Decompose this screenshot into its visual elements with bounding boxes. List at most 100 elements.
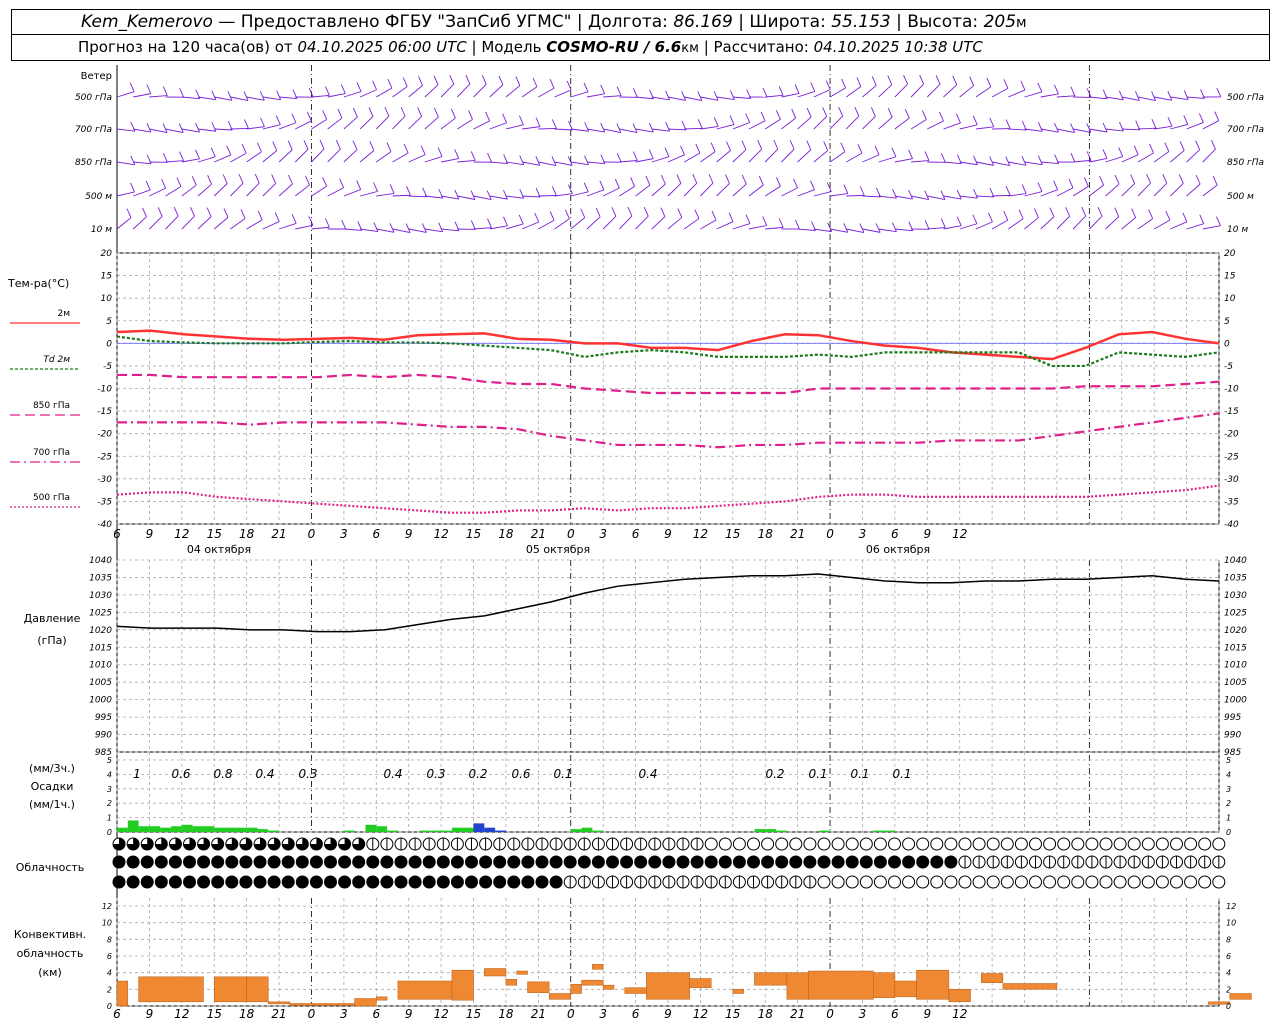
precip-bar [160, 827, 172, 832]
precip-label: 0.6 [511, 767, 530, 781]
wind-barb-flag [1148, 209, 1154, 219]
wind-barb [392, 115, 406, 130]
cloud-fill [338, 876, 351, 888]
wind-barb [359, 116, 374, 130]
wind-barb [667, 183, 682, 197]
conv-bar [289, 1003, 355, 1006]
hour-tick-bottom: 6 [113, 1007, 121, 1021]
wind-barb [473, 227, 492, 230]
press-ytick: 1020 [89, 626, 112, 636]
wind-barb [764, 185, 781, 197]
wind-barb-flag [1037, 182, 1043, 192]
wind-barb-flag [1099, 175, 1105, 186]
wind-barb [360, 228, 378, 233]
hour-tick: 15 [466, 527, 481, 541]
press-ytick-right: 1030 [1224, 591, 1247, 601]
wind-barb-flag [322, 110, 328, 120]
wind-barb-flag [515, 76, 521, 86]
cloud-symbol [831, 875, 845, 889]
cloud-fill [183, 856, 196, 868]
wind-barb-flag [908, 189, 914, 200]
wind-barb-flag [518, 214, 524, 225]
wind-barb [116, 161, 135, 166]
cloud-symbol [1029, 837, 1042, 851]
wind-barb-flag [729, 115, 735, 125]
wind-barb [1056, 215, 1070, 230]
wind-barb-flag [339, 178, 345, 188]
wind-barb [927, 195, 946, 200]
cloud-fill [719, 856, 732, 868]
temp-ytick: -35 [97, 497, 112, 507]
wind-barb [667, 128, 687, 131]
cloud-fill [677, 856, 689, 868]
cloud-fill [437, 856, 450, 868]
wind-barb [975, 195, 994, 198]
wind-barb-flag [275, 115, 281, 125]
press-ytick: 1040 [89, 556, 112, 566]
wind-barb [748, 184, 764, 197]
conv-bar [1229, 993, 1252, 1000]
wind-barb-flag [179, 151, 184, 161]
wind-barb-flag [257, 210, 263, 221]
wind-barb [278, 222, 297, 230]
precip-bar [225, 827, 236, 832]
wind-barb [1105, 183, 1120, 197]
conv-bar [602, 984, 615, 990]
wind-barb-flag [1167, 117, 1173, 127]
wind-barb-flag [306, 111, 312, 122]
wind-barb-flag [775, 110, 781, 120]
wind-barb [181, 96, 200, 100]
precip-label: 0.3 [426, 767, 445, 781]
wind-barb [797, 189, 815, 197]
hour-tick: 12 [952, 527, 967, 541]
wind-barb [392, 194, 411, 197]
cloud-fill [550, 856, 563, 868]
cloud-symbol [930, 875, 944, 889]
hour-tick-bottom: 0 [308, 1007, 316, 1021]
wind-barb [181, 158, 200, 163]
temp-legend-label: 2м [57, 309, 70, 319]
precip-bar [581, 827, 593, 832]
wind-barb-flag [695, 143, 701, 154]
temp-legend-label: Td 2м [43, 355, 70, 365]
wind-barb-flag [583, 82, 589, 93]
cloud-fill [366, 876, 379, 888]
wind-barb-flag [157, 207, 163, 217]
wind-barb [327, 187, 344, 197]
conv-bar [732, 989, 744, 994]
cloud-fill [465, 876, 478, 888]
wind-barb [1040, 128, 1059, 133]
wind-barb [700, 126, 719, 130]
wind-barb-flag [1216, 216, 1221, 226]
hour-tick: 15 [725, 527, 740, 541]
wind-barb [538, 219, 555, 230]
wind-barb [522, 126, 541, 130]
cloud-symbol [986, 875, 1000, 889]
precip-ytick-right: 3 [1226, 785, 1231, 794]
precip-bar [884, 830, 895, 832]
cloud-fill [465, 856, 478, 868]
wind-barb-flag [643, 207, 649, 217]
wind-barb [295, 120, 312, 130]
wind-barb [1072, 215, 1087, 230]
precip-bar [419, 830, 431, 832]
cloud-fill [254, 856, 266, 868]
precip-bar [214, 827, 226, 832]
wind-barb-flag [789, 140, 795, 150]
precip-bar [117, 827, 128, 832]
wind-barb-flag [935, 75, 941, 85]
conv-bar [548, 993, 572, 1000]
wind-barb [1202, 225, 1221, 230]
wind-barb [1186, 223, 1204, 230]
cloud-symbol [803, 837, 817, 851]
wind-barb [862, 195, 881, 198]
wind-barb [489, 122, 507, 130]
wind-barb [1170, 183, 1184, 197]
wind-barb-flag [989, 117, 995, 127]
wind-barb-flag [648, 149, 654, 159]
wind-barb [1089, 184, 1104, 197]
wind-barb [1089, 128, 1108, 133]
wind-barb [1105, 156, 1123, 163]
wind-level-label: 500 гПа [75, 93, 112, 103]
hour-tick-bottom: 9 [405, 1007, 413, 1021]
